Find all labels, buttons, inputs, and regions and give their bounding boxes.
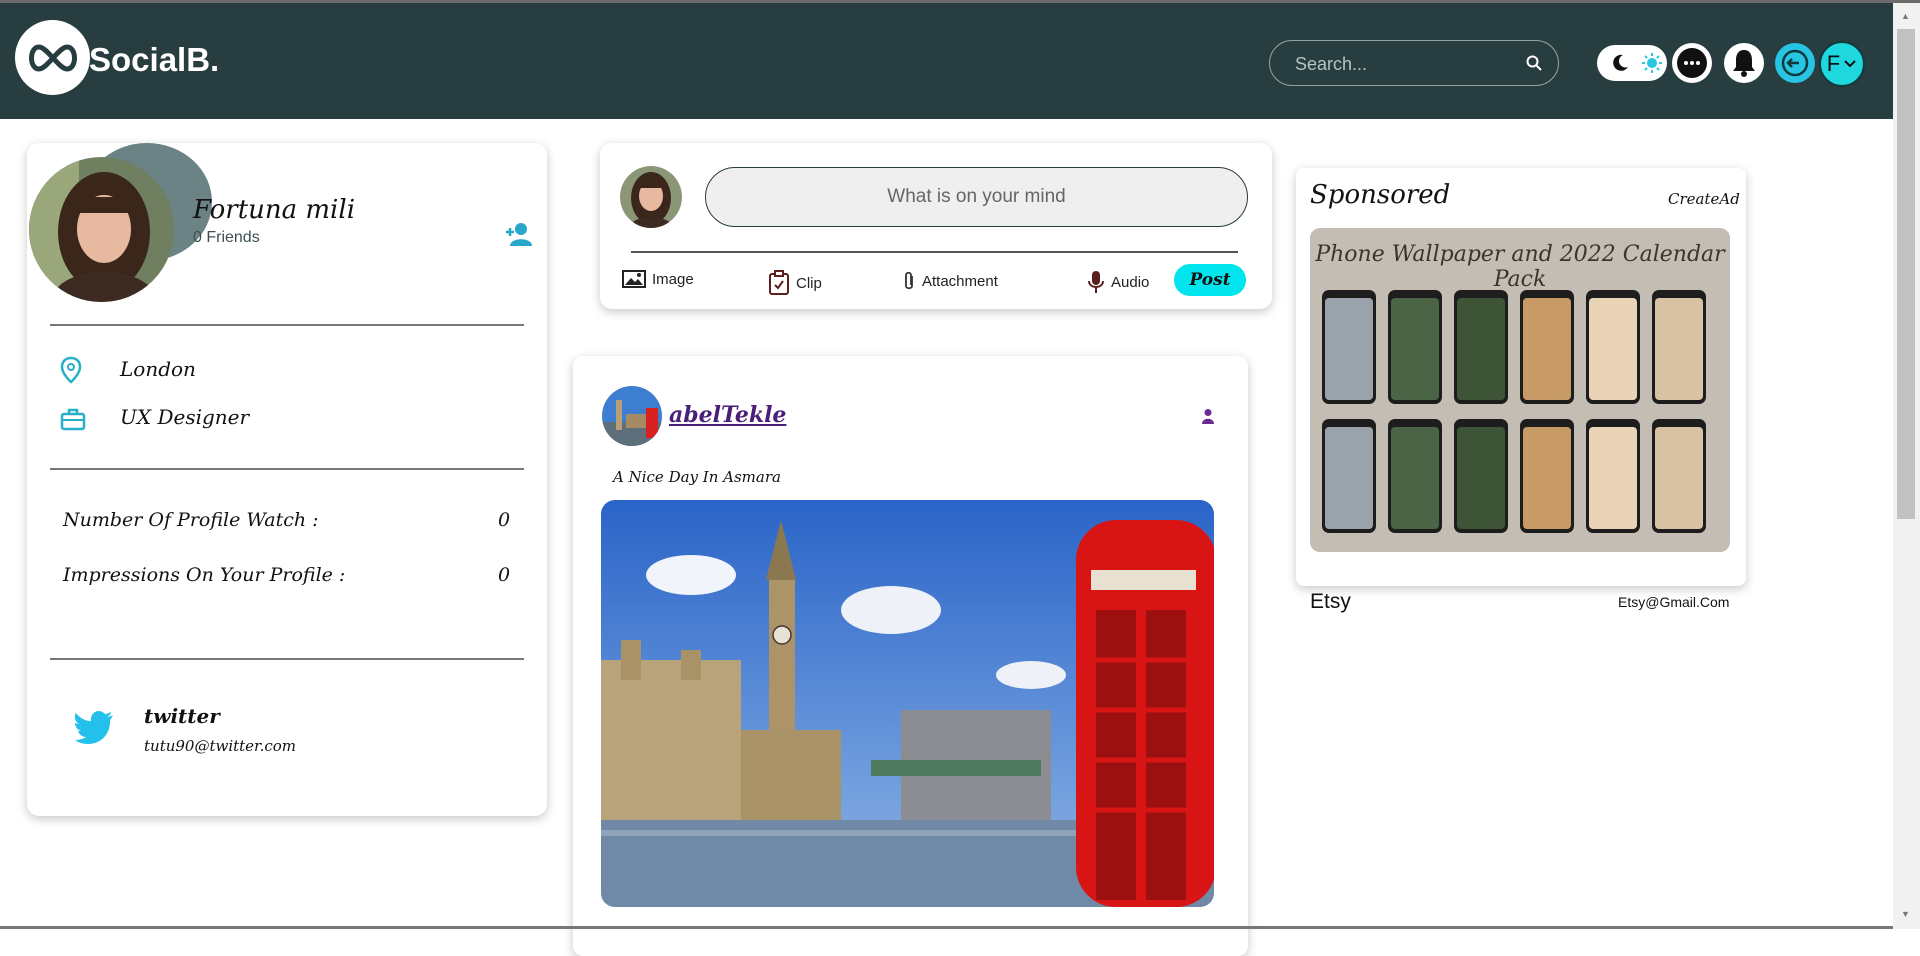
scrollbar-thumb[interactable] [1897, 29, 1915, 519]
advertiser-name[interactable]: Etsy [1310, 590, 1351, 614]
sun-icon [1642, 53, 1662, 73]
composer-input[interactable] [705, 167, 1248, 227]
location-text: London [120, 357, 196, 381]
impressions-value: 0 [498, 564, 511, 586]
location-pin-icon [60, 356, 82, 384]
post-composer: Image Clip Attachment Audio Post [600, 143, 1272, 309]
profile-name: Fortuna mili [193, 195, 356, 225]
london-photo-image [601, 500, 1214, 907]
search-bar[interactable] [1269, 40, 1559, 86]
advertiser-email[interactable]: Etsy@Gmail.Com [1618, 594, 1729, 610]
location-row [60, 356, 82, 384]
sponsored-title: Sponsored [1310, 180, 1451, 210]
post-author-name[interactable]: abelTekle [669, 402, 786, 428]
attachment-tool-button[interactable]: Attachment [902, 270, 998, 292]
info-divider [50, 468, 524, 470]
post-button[interactable]: Post [1174, 264, 1246, 296]
attachment-tool-label: Attachment [922, 272, 998, 290]
logout-icon [1781, 49, 1809, 77]
logout-button[interactable] [1775, 43, 1815, 83]
clip-tool-button[interactable]: Clip [768, 270, 822, 296]
ad-image[interactable]: Phone Wallpaper and 2022 Calendar Pack [1310, 228, 1730, 552]
chat-icon [1677, 48, 1707, 78]
post-author-avatar[interactable] [602, 386, 662, 446]
clip-tool-label: Clip [796, 274, 822, 292]
messages-button[interactable] [1672, 43, 1712, 83]
post-caption: A Nice Day In Asmara [613, 468, 781, 486]
theme-toggle[interactable] [1597, 45, 1667, 81]
create-ad-link[interactable]: CreateAd [1668, 190, 1740, 208]
logo-badge[interactable] [15, 20, 90, 95]
social-network-name[interactable]: twitter [144, 704, 220, 728]
add-friend-icon[interactable] [505, 220, 533, 248]
microphone-icon [1088, 271, 1104, 293]
phone-wallpapers-graphic [1322, 290, 1706, 533]
feed-post: abelTekle A Nice Day In Asmara [573, 356, 1248, 956]
user-initial: F [1826, 51, 1841, 76]
briefcase-icon [60, 408, 86, 431]
audio-tool-label: Audio [1111, 273, 1150, 291]
profile-divider [50, 324, 524, 326]
image-tool-button[interactable]: Image [622, 270, 694, 288]
composer-divider [631, 251, 1238, 253]
sponsored-card: Sponsored CreateAd Phone Wallpaper and 2… [1296, 168, 1746, 586]
post-photo[interactable] [601, 500, 1214, 907]
page-scrollbar[interactable]: ▲ ▼ [1893, 3, 1920, 929]
infinity-logo-icon [28, 43, 77, 72]
post-author-avatar-image [602, 386, 662, 446]
top-navbar: SocialB. Search... F [0, 3, 1893, 119]
profile-watch-label: Number Of Profile Watch : [63, 509, 319, 531]
profile-photo-image [29, 157, 174, 302]
friends-count[interactable]: 0 Friends [193, 229, 260, 247]
occupation-text: UX Designer [120, 405, 250, 429]
app-name[interactable]: SocialB. [89, 41, 219, 79]
bell-icon [1733, 50, 1755, 77]
moon-icon [1613, 54, 1628, 71]
stats-divider [50, 658, 524, 660]
profile-watch-value: 0 [498, 509, 511, 531]
follow-user-icon[interactable] [1200, 408, 1216, 424]
composer-avatar-image [620, 166, 682, 228]
search-icon[interactable] [1525, 54, 1543, 72]
chevron-down-icon [1844, 60, 1856, 68]
user-menu-button[interactable]: F [1819, 41, 1865, 87]
image-icon [622, 270, 646, 288]
occupation-row [60, 407, 86, 431]
profile-avatar[interactable] [29, 157, 174, 302]
profile-card: Fortuna mili 0 Friends London UX Designe… [27, 143, 547, 816]
clipboard-icon [769, 270, 789, 295]
audio-tool-button[interactable]: Audio [1087, 270, 1149, 294]
composer-avatar[interactable] [620, 166, 682, 228]
search-input[interactable] [1295, 52, 1515, 76]
social-handle[interactable]: tutu90@twitter.com [144, 737, 296, 755]
twitter-icon[interactable] [75, 711, 115, 745]
image-tool-label: Image [652, 270, 694, 288]
scroll-down-arrow-icon[interactable]: ▼ [1901, 909, 1910, 919]
paperclip-icon [905, 271, 913, 290]
notifications-button[interactable] [1724, 43, 1764, 83]
impressions-label: Impressions On Your Profile : [63, 564, 346, 586]
scroll-up-arrow-icon[interactable]: ▲ [1901, 11, 1910, 21]
